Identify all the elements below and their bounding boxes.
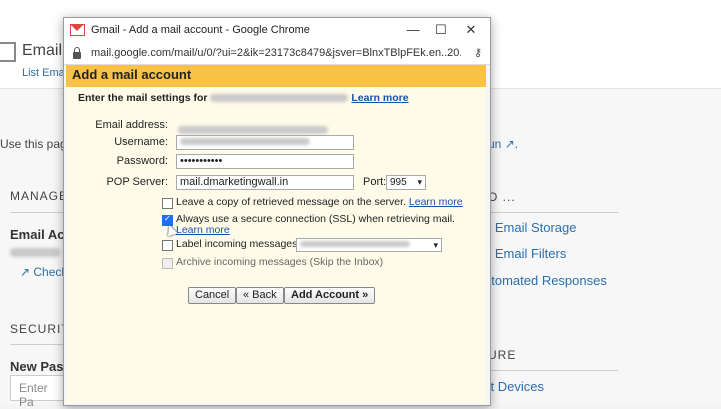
password-label: Password: xyxy=(116,155,168,167)
new-password-label: New Pass xyxy=(10,359,71,374)
automated-responses-link[interactable]: utomated Responses xyxy=(484,273,607,288)
minimize-icon[interactable]: — xyxy=(404,21,422,39)
devices-link[interactable]: ct Devices xyxy=(484,379,544,394)
add-account-button[interactable]: Add Account » xyxy=(284,287,376,304)
password-input[interactable]: ••••••••••• xyxy=(176,154,354,169)
pop-server-input[interactable]: mail.dmarketingwall.in xyxy=(176,175,354,190)
username-label: Username: xyxy=(114,136,168,148)
leave-copy-learn-more[interactable]: Learn more xyxy=(409,196,463,208)
dialog-content: Add a mail account Enter the mail settin… xyxy=(66,65,486,403)
chevron-down-icon: ▾ xyxy=(417,177,422,187)
blurred-email xyxy=(210,94,349,103)
account-address-blurred xyxy=(10,244,60,262)
new-password-input[interactable]: Enter Pa xyxy=(10,375,70,409)
add-mail-account-window: Gmail - Add a mail account - Google Chro… xyxy=(63,17,491,406)
lock-icon xyxy=(73,46,81,59)
back-button[interactable]: « Back xyxy=(236,287,284,304)
right-link[interactable]: un ↗. xyxy=(488,137,518,151)
leave-copy-label: Leave a copy of retrieved message on the… xyxy=(176,196,406,208)
label-select[interactable]: ▾ xyxy=(296,238,442,252)
address-bar: mail.google.com/mail/u/0/?ui=2&ik=23173c… xyxy=(64,42,490,65)
right-heading: O ... xyxy=(488,190,516,204)
leave-copy-checkbox[interactable] xyxy=(162,198,173,209)
leave-copy-option: Leave a copy of retrieved message on the… xyxy=(176,196,463,208)
divider xyxy=(488,212,618,213)
url-text[interactable]: mail.google.com/mail/u/0/?ui=2&ik=23173c… xyxy=(91,47,461,59)
close-icon[interactable]: ✕ xyxy=(462,21,480,39)
archive-label: Archive incoming messages (Skip the Inbo… xyxy=(176,256,384,268)
lead-label: Enter the mail settings for xyxy=(78,92,208,104)
check-mail-link[interactable]: ↗ Check xyxy=(20,265,67,279)
maximize-icon[interactable]: ☐ xyxy=(432,21,450,39)
lead-text: Enter the mail settings for Learn more xyxy=(78,92,409,104)
divider xyxy=(10,344,65,345)
window-title: Gmail - Add a mail account - Google Chro… xyxy=(91,24,310,36)
manage-heading: MANAGE xyxy=(10,189,69,203)
port-label: Port: xyxy=(363,176,387,188)
dialog-heading: Add a mail account xyxy=(66,65,486,87)
key-icon[interactable]: ⚷ xyxy=(474,46,482,59)
page-title: Email xyxy=(22,42,63,59)
divider xyxy=(10,212,65,213)
label-incoming-label: Label incoming messages: xyxy=(176,238,301,250)
pop-server-label: POP Server: xyxy=(106,176,168,188)
intro-text: Use this pag xyxy=(0,137,67,151)
port-select[interactable]: 995 ▾ xyxy=(386,175,426,190)
right-heading-2: URE xyxy=(488,348,517,362)
list-email-link[interactable]: List Ema xyxy=(22,67,65,79)
archive-checkbox[interactable] xyxy=(162,258,173,269)
email-filters-link[interactable]: e Email Filters xyxy=(484,246,566,261)
email-storage-link[interactable]: p Email Storage xyxy=(484,220,577,235)
mail-icon xyxy=(0,42,16,62)
email-address-label: Email address: xyxy=(95,119,168,131)
gmail-icon xyxy=(70,24,85,36)
ssl-learn-more[interactable]: Learn more xyxy=(176,224,230,236)
username-input[interactable] xyxy=(176,135,354,150)
label-incoming-checkbox[interactable] xyxy=(162,240,173,251)
learn-more-link[interactable]: Learn more xyxy=(351,92,408,104)
window-titlebar: Gmail - Add a mail account - Google Chro… xyxy=(64,18,490,42)
cancel-button[interactable]: Cancel xyxy=(188,287,237,304)
ssl-option: Learn more xyxy=(176,224,230,236)
divider xyxy=(488,370,618,371)
chevron-down-icon: ▾ xyxy=(433,240,438,250)
port-value: 995 xyxy=(390,177,407,188)
